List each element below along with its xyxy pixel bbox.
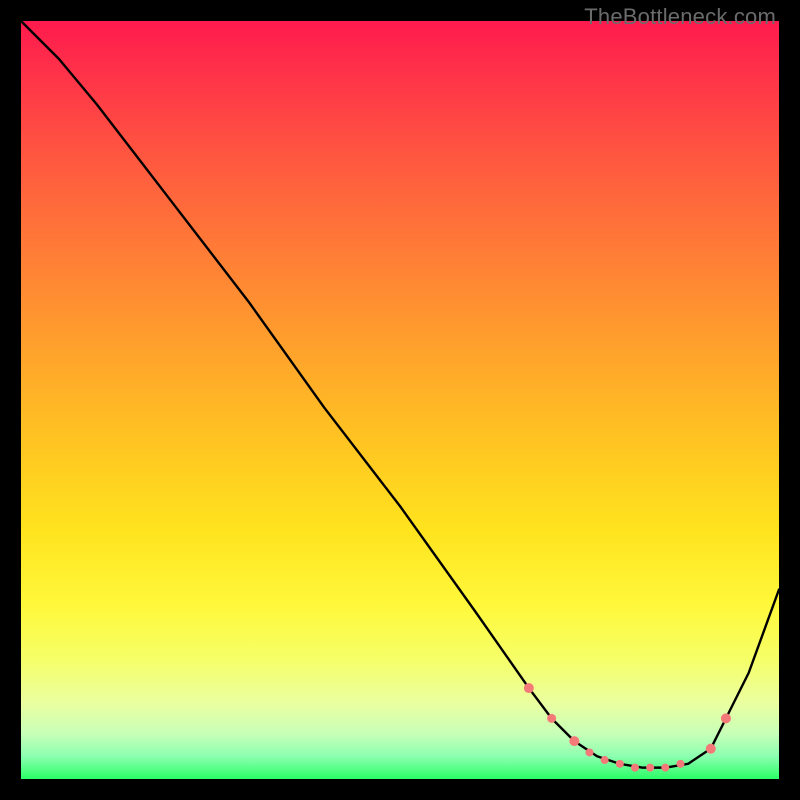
data-marker — [601, 756, 609, 764]
chart-frame: TheBottleneck.com — [0, 0, 800, 800]
data-marker — [569, 736, 579, 746]
data-marker — [547, 714, 556, 723]
data-marker — [631, 764, 639, 772]
data-marker — [586, 748, 594, 756]
data-marker — [676, 760, 684, 768]
chart-svg — [21, 21, 779, 779]
bottleneck-curve — [21, 21, 779, 768]
watermark-text: TheBottleneck.com — [584, 4, 776, 30]
data-marker — [524, 683, 534, 693]
data-marker — [721, 713, 731, 723]
data-marker — [661, 764, 669, 772]
data-marker — [706, 744, 716, 754]
data-markers — [524, 683, 731, 772]
data-marker — [616, 760, 624, 768]
data-marker — [646, 764, 654, 772]
